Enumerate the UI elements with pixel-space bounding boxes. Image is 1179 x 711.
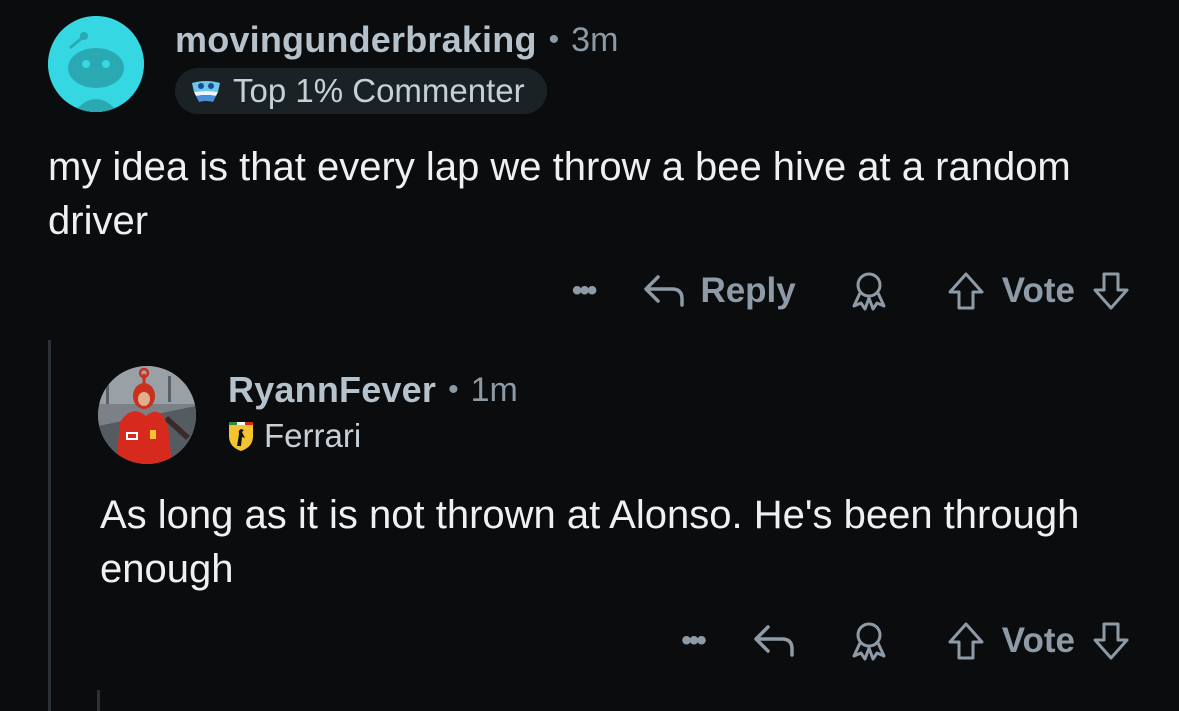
more-options-button[interactable]: •••: [572, 276, 597, 306]
user-flair-badge: Top 1% Commenter: [175, 68, 547, 114]
thread-line[interactable]: [97, 690, 100, 711]
reply-label: Reply: [700, 271, 796, 310]
reply-arrow-icon: [754, 625, 794, 657]
comment-meta: RyannFever • 1m: [228, 368, 518, 412]
reply-button[interactable]: Reply: [642, 271, 796, 311]
vote-controls: Vote: [946, 620, 1131, 662]
award-button[interactable]: [848, 270, 890, 312]
comment-body: As long as it is not thrown at Alonso. H…: [100, 493, 1080, 591]
avatar[interactable]: [48, 16, 144, 112]
comment-meta: movingunderbraking • 3m: [175, 18, 618, 62]
timestamp: 3m: [571, 20, 619, 59]
upvote-arrow-icon[interactable]: [946, 270, 986, 312]
flair-label: Top 1% Commenter: [233, 72, 525, 109]
timestamp: 1m: [470, 370, 518, 409]
top-commenter-badge-icon: [192, 81, 220, 102]
user-photo-icon: [98, 366, 196, 464]
vote-label: Vote: [1001, 271, 1075, 310]
username[interactable]: RyannFever: [228, 369, 436, 411]
downvote-arrow-icon[interactable]: [1091, 270, 1131, 312]
vote-label: Vote: [1001, 621, 1075, 660]
thread-line[interactable]: [48, 340, 51, 711]
comment-body: my idea is that every lap we throw a bee…: [48, 145, 1071, 243]
award-icon: [852, 272, 886, 311]
snoo-avatar-icon: [48, 16, 144, 112]
upvote-arrow-icon[interactable]: [946, 620, 986, 662]
downvote-arrow-icon[interactable]: [1091, 620, 1131, 662]
comment-actions: ••• Reply Vote: [572, 270, 1131, 312]
user-flair-badge: Ferrari: [228, 416, 361, 456]
more-options-button[interactable]: •••: [681, 626, 706, 656]
award-icon: [852, 622, 886, 661]
username[interactable]: movingunderbraking: [175, 19, 537, 61]
award-button[interactable]: [848, 620, 890, 662]
flair-label: Ferrari: [264, 417, 362, 454]
comment-actions: ••• Vote: [681, 620, 1131, 662]
meta-separator: •: [548, 23, 560, 56]
avatar[interactable]: [98, 366, 196, 464]
ferrari-shield-icon: [229, 422, 253, 451]
reply-arrow-icon: [644, 275, 685, 307]
vote-controls: Vote: [946, 270, 1131, 312]
meta-separator: •: [448, 373, 459, 406]
reply-button[interactable]: [752, 621, 796, 661]
comment-thread: movingunderbraking • 3m Top 1% Commenter…: [0, 0, 1179, 711]
